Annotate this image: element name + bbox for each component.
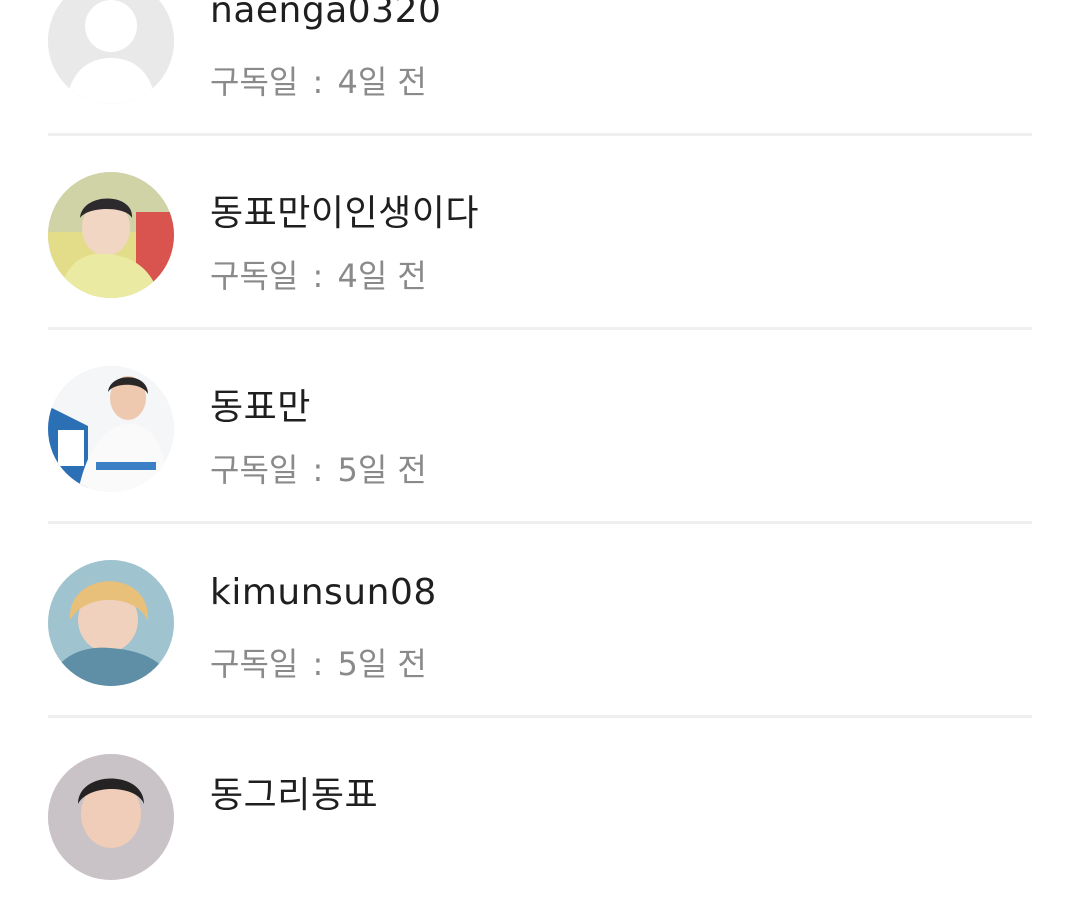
separator: : (312, 451, 324, 489)
subscription-date: 구독일 : 5일 전 (210, 639, 427, 685)
default-avatar-icon[interactable] (48, 0, 174, 104)
subscription-when: 5일 전 (337, 645, 427, 683)
subscription-when: 4일 전 (337, 257, 427, 295)
subscriber-name[interactable]: 동표만 (210, 378, 311, 430)
subscription-when: 5일 전 (337, 451, 427, 489)
subscriber-name[interactable]: kimunsun08 (210, 572, 437, 613)
separator: : (312, 257, 324, 295)
subscription-label: 구독일 (210, 257, 299, 295)
user-photo[interactable] (48, 172, 174, 298)
subscriber-name[interactable]: 동표만이인생이다 (210, 184, 479, 236)
user-photo[interactable] (48, 560, 174, 686)
subscriber-list: naenga0320 구독일 : 4일 전 동표만이인생이다 구독일 : 4일 … (0, 0, 1080, 912)
user-photo[interactable] (48, 754, 174, 880)
separator: : (312, 645, 324, 683)
subscriber-row[interactable]: kimunsun08 구독일 : 5일 전 (48, 524, 1032, 718)
subscriber-row[interactable]: 동표만이인생이다 구독일 : 4일 전 (48, 136, 1032, 330)
subscription-date: 구독일 : 4일 전 (210, 251, 427, 297)
subscription-label: 구독일 (210, 451, 299, 489)
subscription-label: 구독일 (210, 63, 299, 101)
subscription-date: 구독일 : 5일 전 (210, 445, 427, 491)
subscription-label: 구독일 (210, 645, 299, 683)
user-photo[interactable] (48, 366, 174, 492)
subscriber-row[interactable]: 동표만 구독일 : 5일 전 (48, 330, 1032, 524)
subscription-when: 4일 전 (337, 63, 427, 101)
subscriber-name[interactable]: naenga0320 (210, 0, 441, 31)
subscription-date: 구독일 : 4일 전 (210, 57, 427, 103)
subscriber-row[interactable]: naenga0320 구독일 : 4일 전 (48, 0, 1032, 136)
subscriber-name[interactable]: 동그리동표 (210, 766, 378, 818)
separator: : (312, 63, 324, 101)
subscription-date (210, 833, 218, 871)
subscriber-row[interactable]: 동그리동표 (48, 718, 1032, 912)
